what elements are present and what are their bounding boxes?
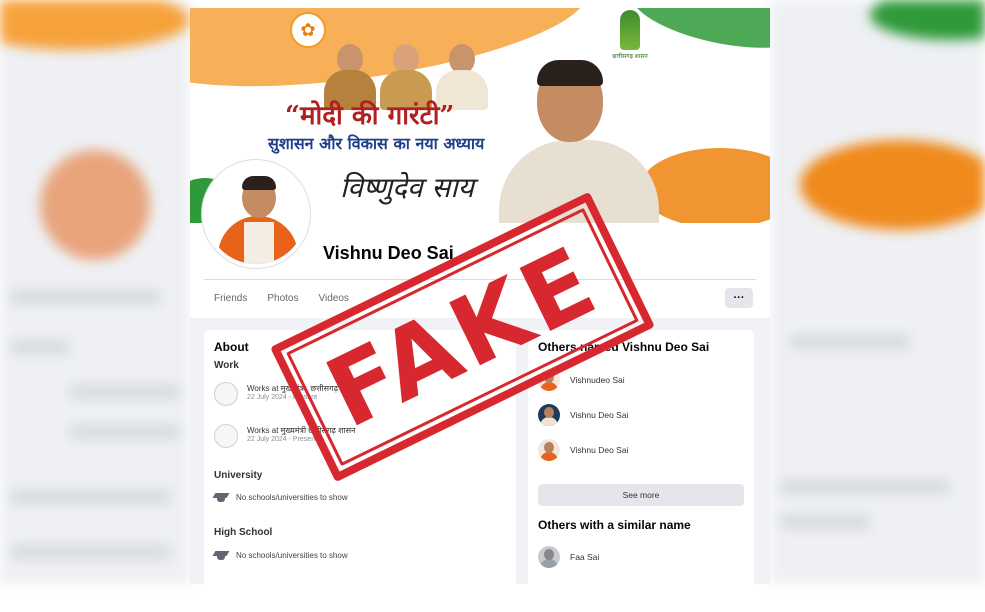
cover-signature: विष्णुदेव साय bbox=[340, 171, 474, 204]
graduation-cap-icon bbox=[214, 492, 228, 502]
cover-slogan-subtitle: सुशासन और विकास का नया अध्याय bbox=[268, 134, 485, 153]
blurred-backdrop-right bbox=[770, 0, 985, 584]
profile-avatar[interactable] bbox=[202, 160, 310, 268]
person-name: Faa Sai bbox=[570, 552, 600, 562]
backdrop-bar bbox=[70, 385, 180, 399]
backdrop-saffron-band bbox=[0, 0, 190, 50]
person-avatar bbox=[538, 439, 560, 461]
tab-videos[interactable]: Videos bbox=[319, 293, 349, 304]
person-name: Vishnu Deo Sai bbox=[570, 410, 629, 420]
about-title: About bbox=[214, 340, 249, 354]
work-entry-date: 22 July 2024 - Present bbox=[247, 436, 318, 443]
person-name: Vishnudeo Sai bbox=[570, 375, 625, 385]
work-label: Work bbox=[214, 360, 239, 371]
facebook-profile-screenshot: ✿ छत्तीसगढ़ शासन “मोदी की गारंटी” सुशासन… bbox=[190, 8, 770, 584]
person-avatar bbox=[538, 546, 560, 568]
tab-photos[interactable]: Photos bbox=[267, 293, 298, 304]
university-value: No schools/universities to show bbox=[236, 492, 348, 502]
similar-names-title: Others with a similar name bbox=[538, 518, 691, 532]
tab-friends[interactable]: Friends bbox=[214, 293, 247, 304]
backdrop-saffron-blob bbox=[800, 140, 985, 230]
person-name: Vishnu Deo Sai bbox=[570, 445, 629, 455]
state-emblem-logo: छत्तीसगढ़ शासन bbox=[610, 10, 650, 66]
state-emblem-text: छत्तीसगढ़ शासन bbox=[612, 54, 648, 60]
backdrop-bar bbox=[70, 425, 180, 439]
work-icon bbox=[214, 424, 238, 448]
highschool-value: No schools/universities to show bbox=[236, 550, 348, 560]
state-emblem-figure bbox=[620, 10, 640, 50]
highschool-entry: No schools/universities to show bbox=[214, 550, 348, 560]
backdrop-bar bbox=[10, 340, 70, 354]
work-icon bbox=[214, 382, 238, 406]
profile-name: Vishnu Deo Sai bbox=[323, 243, 454, 263]
person-avatar bbox=[538, 404, 560, 426]
profile-tabs: Friends Photos Videos bbox=[214, 293, 349, 304]
backdrop-avatar-blur bbox=[40, 150, 150, 260]
graduation-cap-icon bbox=[214, 550, 228, 560]
backdrop-bar bbox=[10, 490, 170, 504]
see-more-button[interactable]: See more bbox=[538, 484, 744, 506]
university-label: University bbox=[214, 470, 263, 481]
backdrop-green-band bbox=[870, 0, 985, 40]
other-person-row[interactable]: Vishnu Deo Sai bbox=[538, 439, 628, 461]
similar-person-row[interactable]: Faa Sai bbox=[538, 546, 599, 568]
backdrop-bar bbox=[10, 545, 170, 559]
backdrop-bar bbox=[10, 290, 160, 304]
blurred-backdrop-left bbox=[0, 0, 190, 584]
other-person-row[interactable]: Vishnu Deo Sai bbox=[538, 404, 628, 426]
backdrop-bar bbox=[780, 515, 870, 529]
cover-slogan-title: “मोदी की गारंटी” bbox=[285, 101, 455, 131]
more-options-button[interactable]: ··· bbox=[725, 288, 753, 308]
backdrop-bar bbox=[790, 335, 910, 349]
highschool-label: High School bbox=[214, 527, 273, 538]
university-entry: No schools/universities to show bbox=[214, 492, 348, 502]
backdrop-bar bbox=[780, 480, 950, 494]
